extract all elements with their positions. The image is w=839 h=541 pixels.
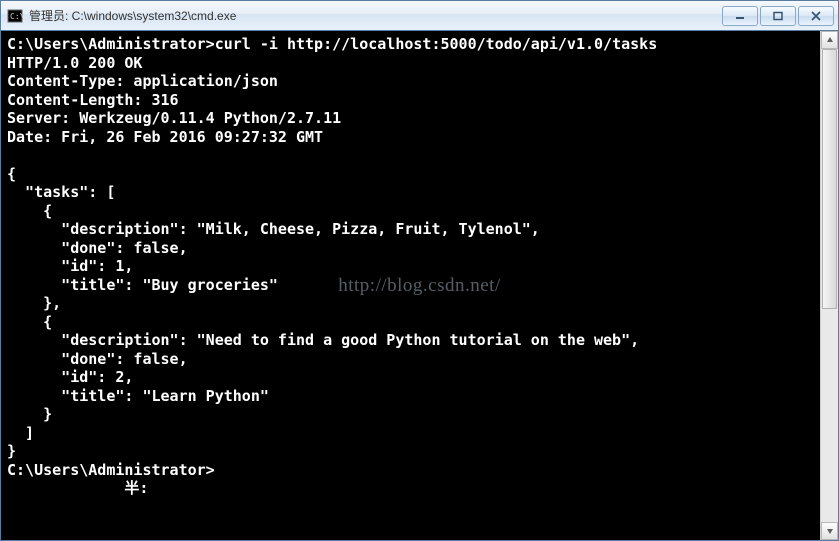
minimize-button[interactable] bbox=[722, 6, 758, 26]
json-line: "title": "Learn Python" bbox=[7, 387, 269, 405]
titlebar[interactable]: C:\ 管理员: C:\windows\system32\cmd.exe bbox=[1, 1, 838, 31]
vertical-scrollbar[interactable] bbox=[820, 31, 838, 540]
json-line: } bbox=[7, 442, 16, 460]
json-line: "done": false, bbox=[7, 350, 188, 368]
json-line: ] bbox=[7, 424, 34, 442]
window-controls bbox=[722, 6, 834, 26]
json-line: "id": 2, bbox=[7, 368, 133, 386]
command-text: curl -i http://localhost:5000/todo/api/v… bbox=[215, 35, 658, 53]
scrollbar-thumb[interactable] bbox=[822, 49, 837, 309]
header-line: Date: Fri, 26 Feb 2016 09:27:32 GMT bbox=[7, 128, 323, 146]
header-line: Content-Type: application/json bbox=[7, 72, 278, 90]
ime-composition: 半: bbox=[7, 479, 148, 497]
header-line: Content-Length: 316 bbox=[7, 91, 179, 109]
terminal-viewport[interactable]: C:\Users\Administrator>curl -i http://lo… bbox=[1, 31, 820, 540]
json-line: "id": 1, bbox=[7, 257, 133, 275]
scroll-down-button[interactable] bbox=[821, 522, 838, 540]
cmd-window: C:\ 管理员: C:\windows\system32\cmd.exe C:\… bbox=[0, 0, 839, 541]
window-title: 管理员: C:\windows\system32\cmd.exe bbox=[29, 7, 236, 24]
json-line: } bbox=[7, 405, 52, 423]
json-line: "tasks": [ bbox=[7, 183, 115, 201]
json-line: { bbox=[7, 313, 52, 331]
cmd-icon: C:\ bbox=[7, 8, 23, 24]
maximize-button[interactable] bbox=[760, 6, 796, 26]
header-line: Server: Werkzeug/0.11.4 Python/2.7.11 bbox=[7, 109, 341, 127]
terminal-output: C:\Users\Administrator>curl -i http://lo… bbox=[7, 35, 814, 498]
scroll-up-button[interactable] bbox=[821, 31, 838, 49]
json-line: "title": "Buy groceries" bbox=[7, 276, 278, 294]
http-status: HTTP/1.0 200 OK bbox=[7, 54, 142, 72]
json-line: "description": "Need to find a good Pyth… bbox=[7, 331, 639, 349]
json-line: "description": "Milk, Cheese, Pizza, Fru… bbox=[7, 220, 540, 238]
client-area: C:\Users\Administrator>curl -i http://lo… bbox=[1, 31, 838, 540]
prompt: C:\Users\Administrator> bbox=[7, 461, 215, 479]
json-line: { bbox=[7, 202, 52, 220]
close-button[interactable] bbox=[798, 6, 834, 26]
svg-text:C:\: C:\ bbox=[10, 12, 23, 21]
json-line: "done": false, bbox=[7, 239, 188, 257]
json-line: { bbox=[7, 165, 16, 183]
prompt: C:\Users\Administrator> bbox=[7, 35, 215, 53]
json-line: }, bbox=[7, 294, 61, 312]
